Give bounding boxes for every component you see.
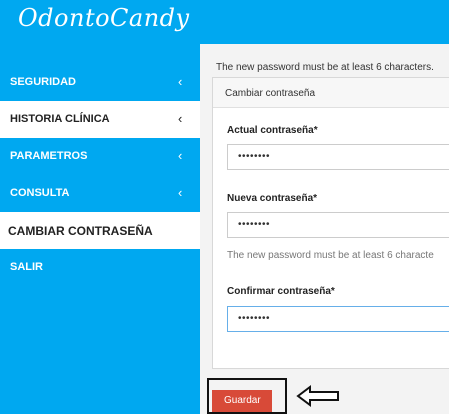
sidebar-item-label: CONSULTA [10,187,70,199]
confirm-password-input[interactable]: •••••••• [227,306,449,332]
chevron-left-icon: ‹ [178,185,183,200]
sidebar-item-seguridad[interactable]: SEGURIDAD ‹ [0,64,200,101]
sidebar-item-salir[interactable]: SALIR [0,249,200,286]
password-hint: The new password must be at least 6 char… [227,250,434,261]
current-password-value: •••••••• [238,151,271,162]
sidebar-item-cambiar-contrasena[interactable]: CAMBIAR CONTRASEÑA [0,212,200,249]
sidebar-item-label: SEGURIDAD [10,76,77,88]
panel-title: Cambiar contraseña [225,88,316,99]
main-content: The new password must be at least 6 char… [200,44,449,414]
sidebar-item-historia-clinica[interactable]: HISTORIA CLÍNICA ‹ [0,101,200,138]
sidebar-item-label: SALIR [10,261,43,273]
current-password-label: Actual contraseña* [227,125,318,136]
confirm-password-label: Confirmar contraseña* [227,286,335,297]
chevron-left-icon: ‹ [178,111,183,126]
sidebar-item-parametros[interactable]: PARAMETROS ‹ [0,138,200,175]
change-password-panel: Cambiar contraseña Actual contraseña* ••… [212,77,449,369]
current-password-input[interactable]: •••••••• [227,144,449,170]
top-bar: OdontoCandy [0,0,449,44]
confirm-password-value: •••••••• [238,313,271,324]
sidebar-item-label: HISTORIA CLÍNICA [10,113,110,125]
new-password-value: •••••••• [238,219,271,230]
new-password-label: Nueva contraseña* [227,193,318,204]
sidebar-item-label: PARAMETROS [10,150,88,162]
sidebar: SEGURIDAD ‹ HISTORIA CLÍNICA ‹ PARAMETRO… [0,44,200,414]
app-logo: OdontoCandy [18,4,190,32]
sidebar-item-consulta[interactable]: CONSULTA ‹ [0,175,200,212]
sidebar-item-label: CAMBIAR CONTRASEÑA [8,224,153,238]
password-note: The new password must be at least 6 char… [216,62,434,73]
chevron-left-icon: ‹ [178,148,183,163]
left-arrow-icon [296,385,339,407]
save-button-label: Guardar [224,395,261,406]
panel-header: Cambiar contraseña [213,78,449,108]
save-button[interactable]: Guardar [212,390,272,412]
new-password-input[interactable]: •••••••• [227,212,449,238]
chevron-left-icon: ‹ [178,74,183,89]
